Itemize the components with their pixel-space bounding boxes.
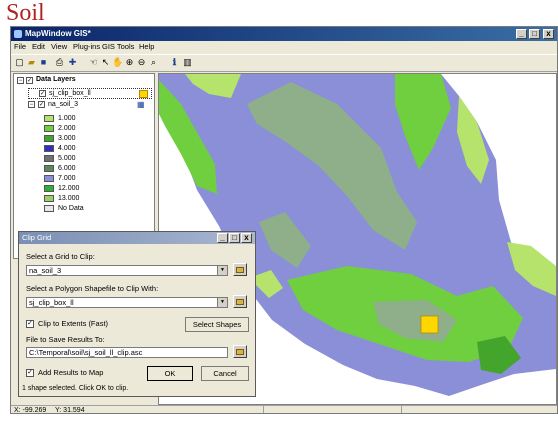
- layer-visibility-checkbox[interactable]: ✓: [38, 101, 45, 108]
- clip-box: [420, 315, 439, 334]
- zoom-extent-icon[interactable]: ⌕: [148, 57, 159, 68]
- legend-class-label: 7.000: [58, 175, 76, 182]
- legend-class-swatch: [44, 195, 54, 202]
- y-coordinate: Y: 31.594: [55, 407, 85, 414]
- grid-select-value: na_soil_3: [29, 266, 62, 275]
- legend-class-swatch: [44, 185, 54, 192]
- identify-icon[interactable]: ✋: [112, 57, 123, 68]
- info-icon[interactable]: ℹ: [169, 57, 180, 68]
- grid-select[interactable]: na_soil_3 ▼: [26, 265, 228, 276]
- dialog-title: Clip Grid: [22, 233, 52, 242]
- menu-help[interactable]: Help: [139, 42, 154, 51]
- dialog-title-bar[interactable]: Clip Grid _ □ x: [19, 232, 255, 244]
- minimize-button[interactable]: _: [516, 29, 527, 39]
- pan-icon[interactable]: ☜: [88, 57, 99, 68]
- layer-expand[interactable]: −: [28, 101, 35, 108]
- legend-class-swatch: [44, 165, 54, 172]
- legend-group-expand[interactable]: −: [17, 77, 24, 84]
- layer-swatch: [139, 90, 148, 98]
- legend-class-label: 5.000: [58, 155, 76, 162]
- legend-class-label: 3.000: [58, 135, 76, 142]
- dialog-maximize-button[interactable]: □: [229, 233, 240, 243]
- legend-class-label: 4.000: [58, 145, 76, 152]
- layout-icon[interactable]: ▥: [182, 57, 193, 68]
- select-icon[interactable]: ↖: [100, 57, 111, 68]
- output-file-input[interactable]: C:\Temporal\soil\sj_soil_ll_clip.asc: [26, 347, 228, 358]
- dialog-status: 1 shape selected. Click OK to clip.: [22, 385, 129, 392]
- chevron-down-icon[interactable]: ▼: [217, 266, 227, 275]
- save-icon[interactable]: ■: [38, 57, 49, 68]
- print-icon[interactable]: ⎙: [54, 57, 65, 68]
- legend-class-swatch: [44, 175, 54, 182]
- x-coordinate: X: -99.269: [14, 407, 47, 414]
- legend-layer-clip-box[interactable]: ✓ sj_clip_box_ll: [28, 88, 152, 99]
- zoom-in-icon[interactable]: ⊕: [124, 57, 135, 68]
- legend-class-swatch: [44, 155, 54, 162]
- clip-grid-dialog: Clip Grid _ □ x Select a Grid to Clip: n…: [18, 231, 256, 397]
- output-file-value: C:\Temporal\soil\sj_soil_ll_clip.asc: [29, 348, 143, 357]
- layer-visibility-checkbox[interactable]: ✓: [39, 90, 46, 97]
- browse-shapefile-button[interactable]: [233, 295, 247, 308]
- folder-icon: [236, 299, 244, 305]
- legend-layer-na-soil[interactable]: − ✓ na_soil_3 ▦: [28, 100, 152, 110]
- close-button[interactable]: x: [543, 29, 554, 39]
- status-divider: [263, 406, 264, 413]
- legend-class-label: 13.000: [58, 195, 80, 202]
- legend-class-label: 6.000: [58, 165, 76, 172]
- status-bar: X: -99.269 Y: 31.594: [11, 405, 557, 414]
- file-label: File to Save Results To:: [26, 335, 105, 344]
- browse-output-button[interactable]: [233, 345, 247, 358]
- window-title: MapWindow GIS*: [25, 29, 91, 38]
- shapefile-label: Select a Polygon Shapefile to Clip With:: [26, 284, 159, 293]
- open-icon[interactable]: ▰: [26, 57, 37, 68]
- select-shapes-button[interactable]: Select Shapes: [185, 317, 249, 332]
- legend-class-swatch: [44, 125, 54, 132]
- chevron-down-icon[interactable]: ▼: [217, 298, 227, 307]
- browse-grid-button[interactable]: [233, 263, 247, 276]
- clip-extents-checkbox[interactable]: ✓: [26, 320, 34, 328]
- legend-class-swatch: [44, 205, 54, 212]
- menu-plugins[interactable]: Plug-ins: [73, 42, 100, 51]
- add-layer-icon[interactable]: ✚: [67, 57, 78, 68]
- add-results-label: Add Results to Map: [38, 368, 104, 377]
- maximize-button[interactable]: □: [529, 29, 540, 39]
- layer-name: sj_clip_box_ll: [49, 90, 91, 97]
- new-icon[interactable]: ▢: [14, 57, 25, 68]
- page-heading: Soil: [6, 0, 45, 26]
- legend-class-swatch: [44, 145, 54, 152]
- legend-group-checkbox[interactable]: ✓: [26, 77, 33, 84]
- layer-name: na_soil_3: [48, 101, 78, 108]
- toolbar: ▢ ▰ ■ ⎙ ✚ ☜ ↖ ✋ ⊕ ⊖ ⌕ ℹ ▥: [11, 54, 557, 72]
- legend-group-title: Data Layers: [36, 76, 76, 83]
- dialog-close-button[interactable]: x: [241, 233, 252, 243]
- menu-bar: File Edit View Plug-ins GIS Tools Help: [11, 41, 557, 53]
- app-icon: [14, 30, 22, 38]
- clip-extents-label: Clip to Extents (Fast): [38, 319, 109, 328]
- grid-label: Select a Grid to Clip:: [26, 252, 95, 261]
- grid-icon: ▦: [137, 100, 145, 109]
- menu-edit[interactable]: Edit: [32, 42, 45, 51]
- legend-class-swatch: [44, 115, 54, 122]
- shapefile-select[interactable]: sj_clip_box_ll ▼: [26, 297, 228, 308]
- legend-class-label: No Data: [58, 205, 84, 212]
- folder-icon: [236, 349, 244, 355]
- zoom-out-icon[interactable]: ⊖: [136, 57, 147, 68]
- cancel-button[interactable]: Cancel: [201, 366, 249, 381]
- legend-class-swatch: [44, 135, 54, 142]
- menu-file[interactable]: File: [14, 42, 26, 51]
- dialog-minimize-button[interactable]: _: [217, 233, 228, 243]
- title-bar: MapWindow GIS* _ □ x: [11, 27, 557, 41]
- status-divider: [401, 406, 402, 413]
- folder-icon: [236, 267, 244, 273]
- legend-class-label: 1.000: [58, 115, 76, 122]
- ok-button[interactable]: OK: [147, 366, 193, 381]
- legend-class-label: 12.000: [58, 185, 80, 192]
- legend-class-label: 2.000: [58, 125, 76, 132]
- menu-gis-tools[interactable]: GIS Tools: [102, 42, 134, 51]
- menu-view[interactable]: View: [51, 42, 67, 51]
- add-results-checkbox[interactable]: ✓: [26, 369, 34, 377]
- shapefile-select-value: sj_clip_box_ll: [29, 298, 74, 307]
